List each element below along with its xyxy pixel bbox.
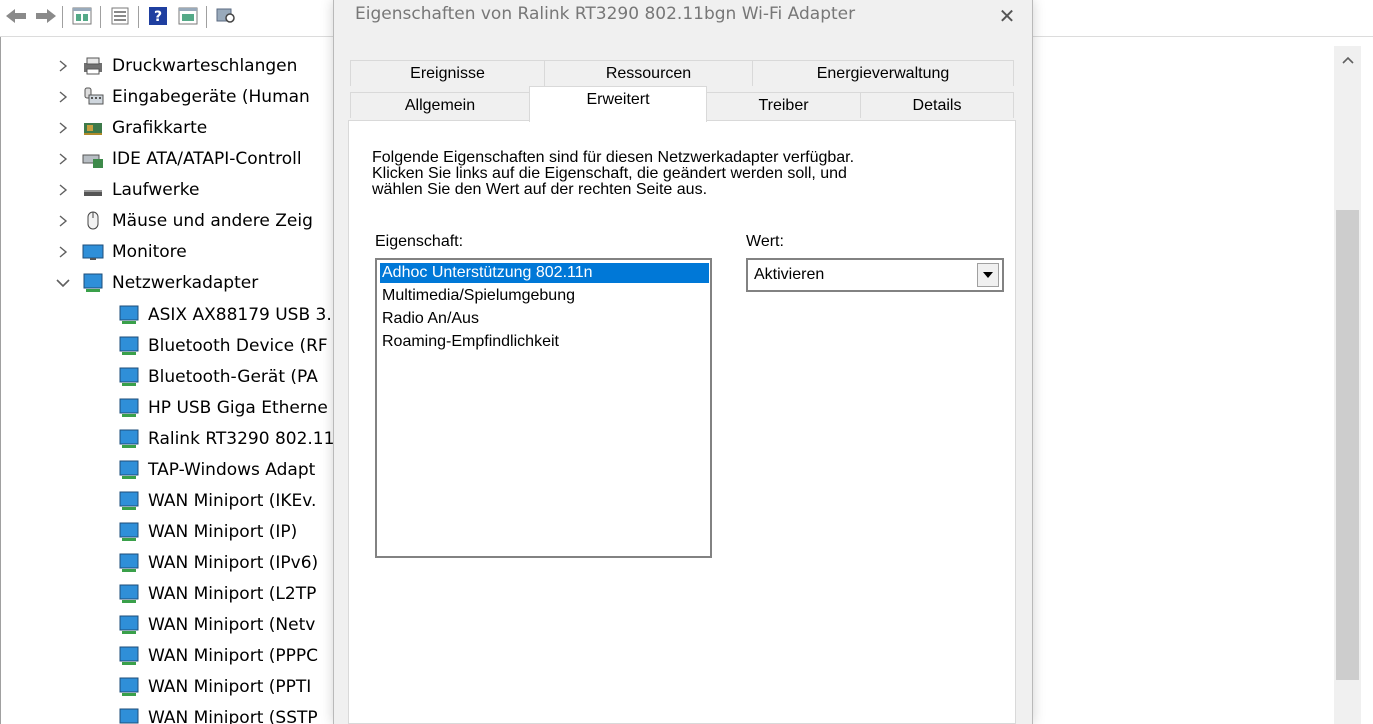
tree-item-label: Grafikkarte — [112, 118, 208, 138]
chevron-right-icon[interactable] — [56, 214, 70, 228]
tree-item-label: Mäuse und andere Zeig — [112, 211, 313, 231]
tree-item-adapter[interactable]: HP USB Giga Etherne — [118, 393, 328, 423]
description-text: Folgende Eigenschaften sind für diesen N… — [372, 149, 855, 198]
mouse-icon — [87, 211, 99, 230]
scrollbar-thumb[interactable] — [1336, 210, 1359, 680]
tree-item-label: Laufwerke — [112, 180, 200, 200]
property-list-item[interactable]: Roaming-Empfindlichkeit — [380, 332, 709, 352]
network-adapter-icon — [119, 460, 139, 479]
network-adapter-icon — [119, 305, 139, 324]
drive-icon — [84, 190, 102, 196]
network-adapter-icon — [83, 273, 103, 292]
tab-erweitert[interactable]: Erweitert — [529, 86, 707, 122]
tree-item-adapter[interactable]: WAN Miniport (SSTP — [118, 703, 318, 724]
network-adapter-icon — [119, 491, 139, 510]
keyboard-icon — [84, 87, 104, 105]
chevron-right-icon[interactable] — [56, 59, 70, 73]
tree-item-adapter[interactable]: WAN Miniport (L2TP — [118, 579, 316, 609]
list-icon[interactable] — [108, 4, 132, 28]
tree-item-adapter[interactable]: Bluetooth-Gerät (PA — [118, 362, 318, 392]
view-icon[interactable] — [176, 4, 200, 28]
back-arrow-icon[interactable] — [4, 4, 28, 28]
tree-item-adapter[interactable]: WAN Miniport (PPPC — [118, 641, 318, 671]
close-icon[interactable]: ✕ — [990, 2, 1024, 30]
tab-details[interactable]: Details — [860, 92, 1014, 118]
tree-item-adapter[interactable]: WAN Miniport (IP) — [118, 517, 297, 547]
scan-hardware-icon[interactable] — [214, 4, 238, 28]
tree-item-label: Druckwarteschlangen — [112, 56, 298, 76]
disk-controller-icon — [82, 154, 103, 168]
property-label: Eigenschaft: — [375, 233, 464, 250]
network-adapter-icon — [119, 584, 139, 603]
scroll-up-icon[interactable] — [1334, 48, 1361, 72]
tree-item-adapter[interactable]: TAP-Windows Adapt — [118, 455, 315, 485]
property-list-item[interactable]: Radio An/Aus — [380, 309, 709, 329]
tree-item-label: Eingabegeräte (Human — [112, 87, 310, 107]
chevron-right-icon[interactable] — [56, 90, 70, 104]
network-adapter-icon — [119, 522, 139, 541]
tree-item-label: Monitore — [112, 242, 187, 262]
tab-ereignisse[interactable]: Ereignisse — [350, 60, 545, 86]
tree-item-adapter[interactable]: Ralink RT3290 802.11 — [118, 424, 334, 454]
network-adapter-icon — [119, 429, 139, 448]
properties-icon[interactable] — [70, 4, 94, 28]
tree-item-adapter[interactable]: WAN Miniport (IKEv. — [118, 486, 316, 516]
value-label: Wert: — [746, 233, 784, 250]
property-listbox[interactable]: Adhoc Unterstützung 802.11n Multimedia/S… — [375, 258, 712, 558]
printer-icon — [84, 57, 102, 75]
tree-item-adapter[interactable]: WAN Miniport (Netv — [118, 610, 315, 640]
property-list-item[interactable]: Adhoc Unterstützung 802.11n — [380, 263, 709, 283]
tab-allgemein[interactable]: Allgemein — [350, 92, 530, 118]
dialog-title: Eigenschaften von Ralink RT3290 802.11bg… — [355, 4, 856, 24]
network-adapter-icon — [119, 336, 139, 355]
tab-energieverwaltung[interactable]: Energieverwaltung — [752, 60, 1014, 86]
dropdown-arrow-icon[interactable] — [977, 263, 999, 287]
chevron-right-icon[interactable] — [56, 152, 70, 166]
network-adapter-icon — [119, 398, 139, 417]
network-adapter-icon — [119, 708, 139, 724]
chevron-right-icon[interactable] — [56, 121, 70, 135]
help-icon[interactable]: ? — [146, 4, 170, 28]
network-adapter-icon — [119, 553, 139, 572]
forward-arrow-icon[interactable] — [34, 4, 58, 28]
tree-item-adapter[interactable]: WAN Miniport (PPTI — [118, 672, 311, 702]
property-list-item[interactable]: Multimedia/Spielumgebung — [380, 286, 709, 306]
chevron-right-icon[interactable] — [56, 245, 70, 259]
network-adapter-icon — [119, 615, 139, 634]
chevron-down-icon[interactable] — [56, 276, 70, 290]
network-adapter-icon — [119, 646, 139, 665]
value-selected: Aktivieren — [754, 266, 825, 283]
network-adapter-icon — [119, 367, 139, 386]
tree-item-adapter[interactable]: Bluetooth Device (RF — [118, 331, 328, 361]
graphics-card-icon — [84, 123, 102, 135]
tree-item-adapter[interactable]: ASIX AX88179 USB 3. — [118, 300, 332, 330]
tree-item-label: Netzwerkadapter — [112, 273, 259, 293]
svg-text:?: ? — [154, 9, 162, 25]
tab-treiber[interactable]: Treiber — [706, 92, 861, 118]
tab-ressourcen[interactable]: Ressourcen — [544, 60, 753, 86]
monitor-icon — [82, 244, 104, 260]
value-dropdown[interactable]: Aktivieren — [746, 258, 1004, 292]
chevron-right-icon[interactable] — [56, 183, 70, 197]
tree-item-adapter[interactable]: WAN Miniport (IPv6) — [118, 548, 318, 578]
network-adapter-icon — [119, 677, 139, 696]
device-tree: Druckwarteschlangen Eingabegeräte (Human… — [0, 46, 345, 724]
tree-item-label: IDE ATA/ATAPI-Controll — [112, 149, 302, 169]
